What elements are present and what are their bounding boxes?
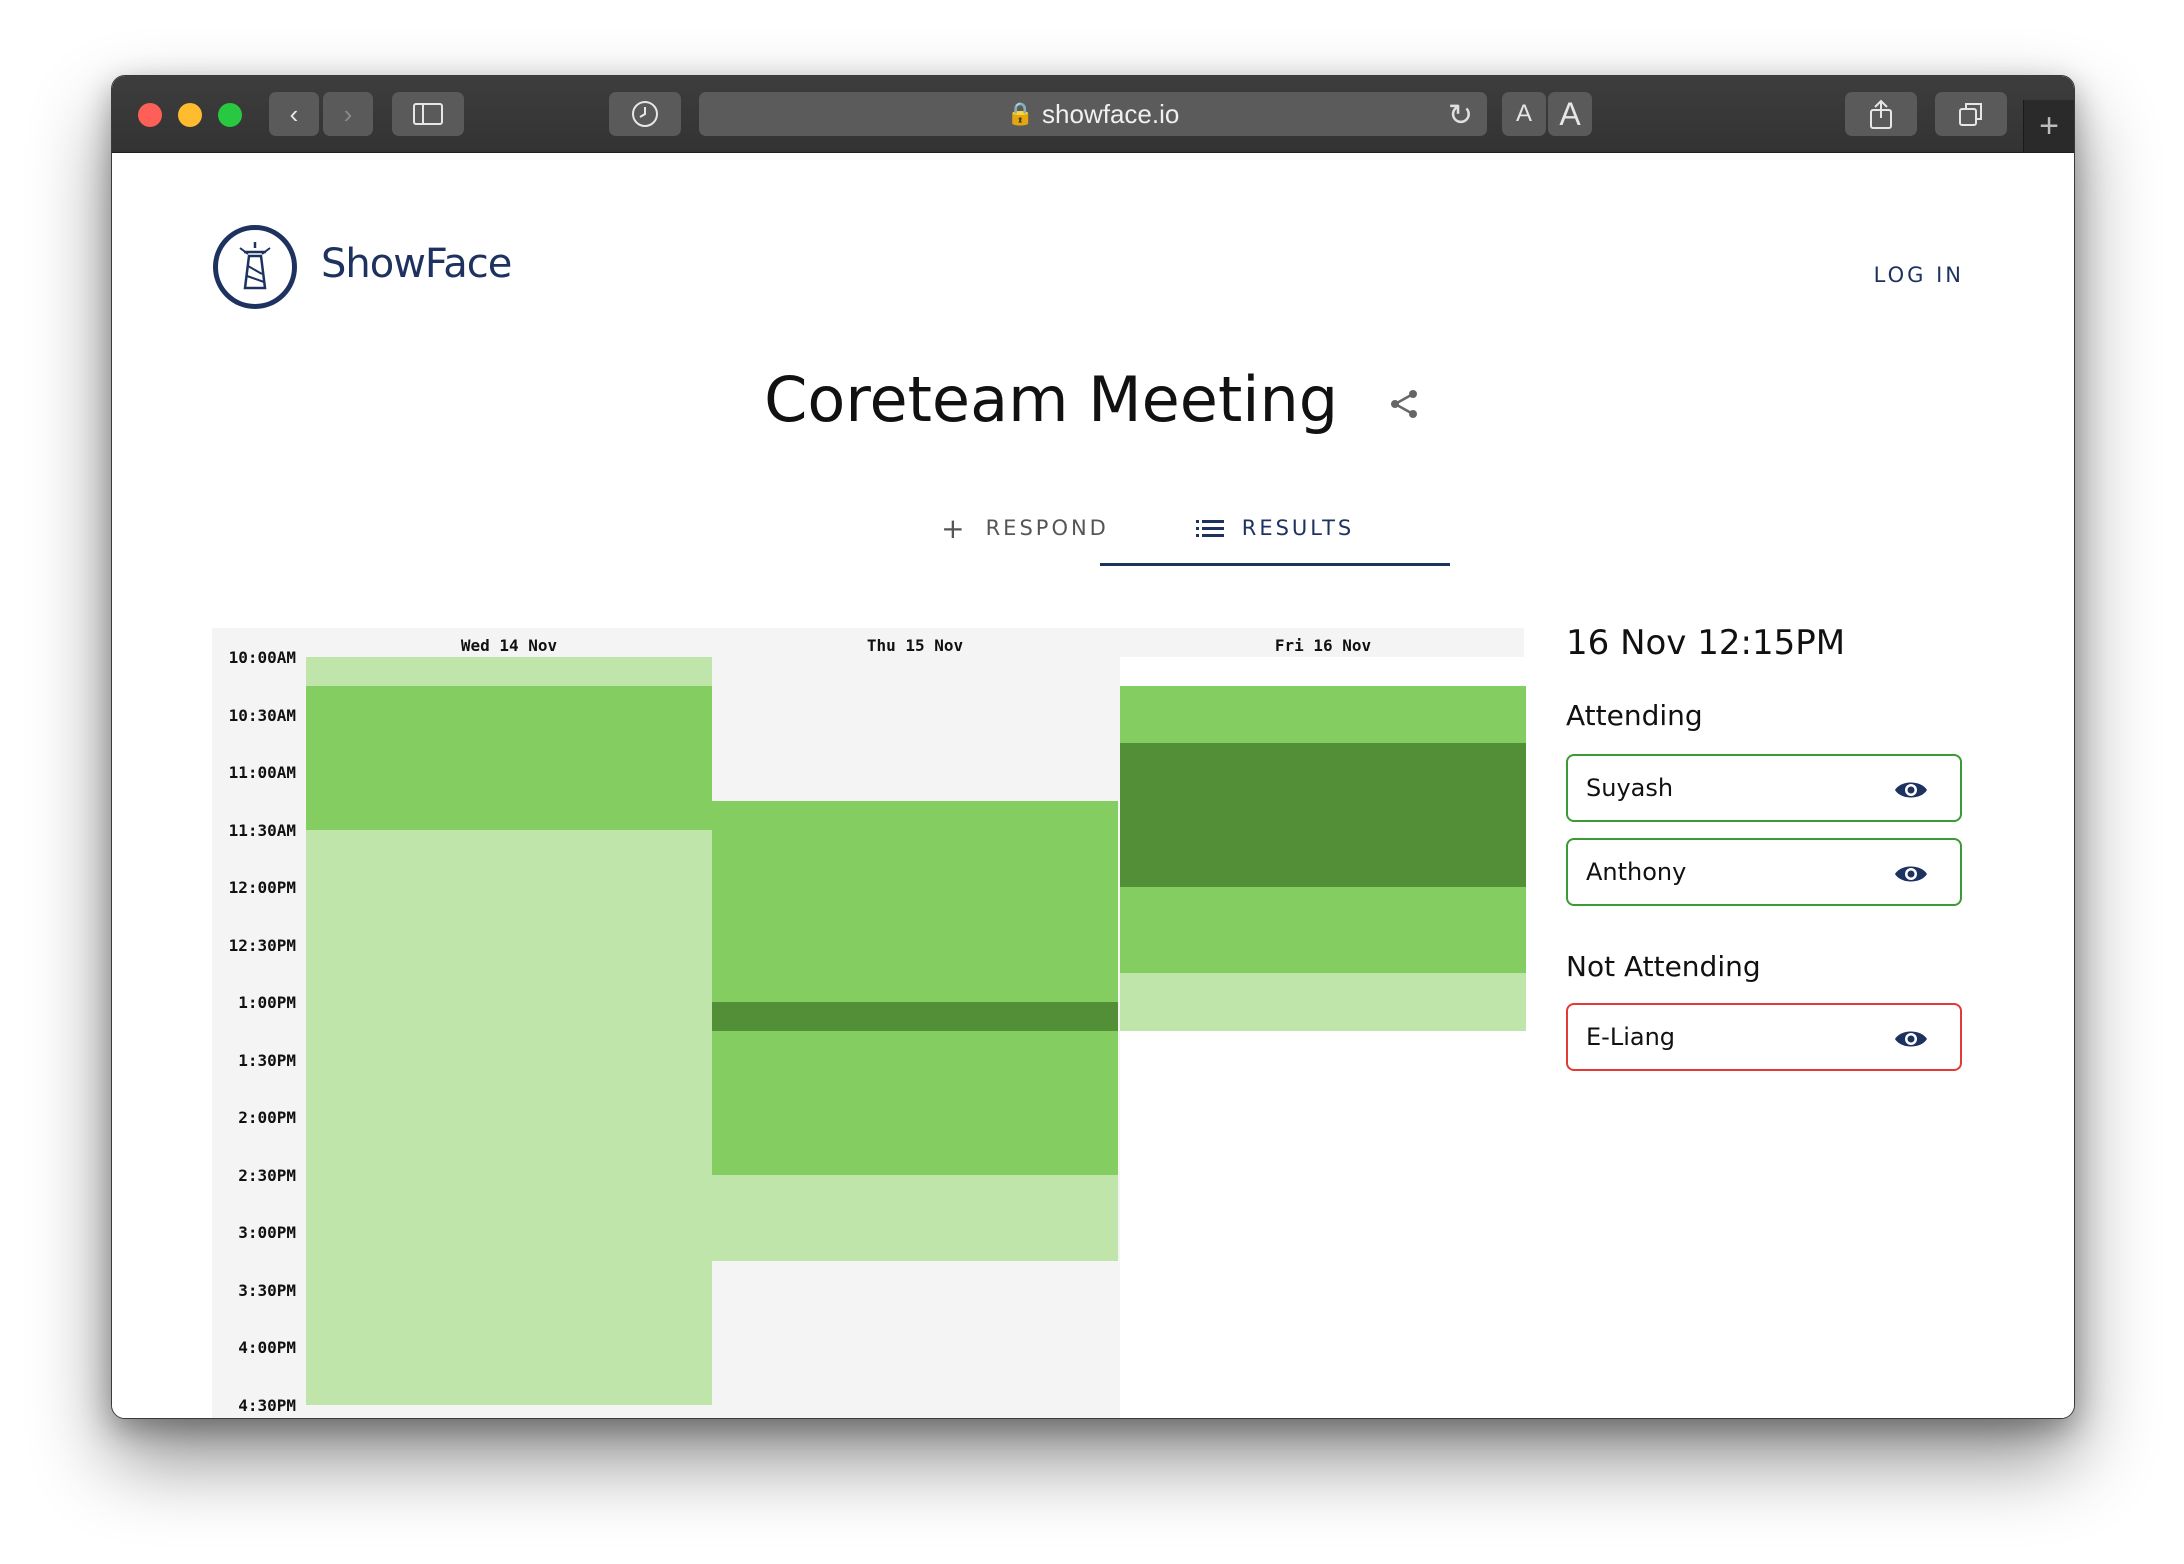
availability-block[interactable] — [306, 829, 712, 1405]
tabs-icon — [1959, 103, 1982, 126]
day-column — [1120, 657, 1526, 1418]
decrease-font-button[interactable]: A — [1502, 92, 1546, 136]
day-header: Thu 15 Nov — [866, 636, 964, 655]
chevron-right-icon: › — [343, 98, 353, 129]
font-small-label: A — [1515, 100, 1532, 127]
close-window-button[interactable] — [138, 103, 162, 127]
time-label: 2:30PM — [238, 1165, 296, 1185]
attendee-name: Anthony — [1586, 858, 1687, 886]
login-link[interactable]: LOG IN — [1874, 263, 1964, 287]
eye-icon[interactable] — [1894, 778, 1928, 802]
time-label: 3:00PM — [238, 1223, 296, 1242]
time-label: 3:30PM — [238, 1280, 296, 1300]
eye-icon[interactable] — [1894, 862, 1928, 886]
history-button[interactable] — [609, 92, 681, 136]
time-label: 10:00AM — [228, 648, 296, 667]
page-title: Coreteam Meeting — [764, 363, 1339, 436]
share-icon — [1870, 99, 1892, 129]
tab-results[interactable]: RESULTS — [1100, 493, 1450, 566]
availability-block[interactable] — [1120, 685, 1526, 744]
time-label: 11:00AM — [228, 763, 296, 782]
browser-window: ‹ › 🔒 showface.io ↻ A A + ShowFace LOG I… — [111, 75, 2075, 1419]
attending-list: Suyash Anthony — [1566, 754, 1966, 906]
availability-block[interactable] — [712, 1260, 1118, 1405]
availability-grid: 10:00AM 10:30AM 11:00AM 11:30AM 12:00PM 12:30… — [212, 628, 1526, 1418]
sidebar-toggle-button[interactable] — [392, 92, 464, 136]
reload-icon[interactable]: ↻ — [1448, 98, 1473, 133]
attendee-card[interactable]: Anthony — [1566, 838, 1962, 906]
share-page-button[interactable] — [1845, 92, 1917, 136]
time-label: 4:00PM — [238, 1338, 296, 1357]
new-tab-button[interactable]: + — [2023, 100, 2074, 152]
time-label: 12:00PM — [228, 878, 296, 897]
tab-respond-label: RESPOND — [985, 516, 1109, 540]
increase-font-button[interactable]: A — [1548, 92, 1592, 136]
browser-toolbar: ‹ › 🔒 showface.io ↻ A A + — [112, 76, 2074, 153]
zoom-window-button[interactable] — [218, 103, 242, 127]
time-label: 1:30PM — [238, 1050, 296, 1070]
attending-heading: Attending — [1566, 699, 1703, 732]
back-button[interactable]: ‹ — [269, 92, 319, 136]
lock-icon: 🔒 — [1006, 101, 1035, 126]
time-label: 10:30AM — [228, 705, 296, 725]
eye-icon[interactable] — [1894, 1027, 1928, 1051]
clock-icon — [632, 101, 658, 127]
time-label: 2:00PM — [238, 1108, 296, 1127]
availability-block[interactable] — [1120, 887, 1526, 974]
day-column — [306, 657, 712, 1418]
availability-block[interactable] — [306, 657, 712, 686]
brand-name[interactable]: ShowFace — [321, 241, 512, 287]
slot-details-panel: 16 Nov 12:15PM Attending Suyash Anthony — [1566, 623, 1966, 1071]
non-attendee-card[interactable]: E-Liang — [1566, 1003, 1962, 1071]
time-axis: 10:00AM 10:30AM 11:00AM 11:30AM 12:00PM 12:30… — [212, 628, 306, 1418]
not-attending-heading: Not Attending — [1566, 950, 1761, 983]
minimize-window-button[interactable] — [178, 103, 202, 127]
tab-bar: + RESPOND RESULTS — [112, 493, 2074, 566]
chevron-left-icon: ‹ — [289, 98, 299, 129]
tab-results-label: RESULTS — [1241, 516, 1355, 540]
address-bar[interactable]: 🔒 showface.io ↻ — [699, 92, 1487, 136]
forward-button[interactable]: › — [323, 92, 373, 136]
non-attendee-name: E-Liang — [1586, 1023, 1676, 1051]
font-large-label: A — [1559, 95, 1581, 132]
url-text: showface.io — [1042, 98, 1180, 129]
time-label: 4:30PM — [238, 1395, 296, 1415]
attendee-card[interactable]: Suyash — [1566, 754, 1962, 822]
day-header: Fri 16 Nov — [1274, 636, 1372, 655]
share-icon[interactable] — [1386, 386, 1422, 422]
plus-icon: + — [941, 511, 968, 545]
not-attending-list: E-Liang — [1566, 1003, 1966, 1071]
time-label: 1:00PM — [238, 993, 296, 1012]
list-icon — [1195, 520, 1224, 537]
lighthouse-logo-icon[interactable] — [213, 225, 297, 309]
selected-slot: 16 Nov 12:15PM — [1566, 623, 1846, 663]
time-label: 11:30AM — [228, 820, 296, 840]
day-column — [712, 657, 1118, 1418]
page-title-row: Coreteam Meeting — [112, 363, 2074, 436]
availability-block[interactable] — [1120, 973, 1526, 1031]
availability-block[interactable] — [306, 685, 712, 830]
availability-block[interactable] — [712, 1174, 1118, 1261]
availability-block[interactable] — [712, 657, 1118, 801]
availability-block[interactable] — [712, 1002, 1118, 1031]
plus-icon: + — [2039, 106, 2059, 145]
availability-block[interactable] — [1120, 743, 1526, 887]
sidebar-icon — [413, 103, 443, 125]
attendee-name: Suyash — [1586, 774, 1674, 802]
tabs-overview-button[interactable] — [1935, 92, 2007, 136]
page-content: ShowFace LOG IN Coreteam Meeting + RESPO… — [112, 153, 2074, 1418]
day-header: Wed 14 Nov — [460, 636, 558, 655]
availability-block[interactable] — [712, 800, 1118, 1002]
availability-block[interactable] — [712, 1030, 1118, 1175]
time-label: 12:30PM — [228, 935, 296, 955]
